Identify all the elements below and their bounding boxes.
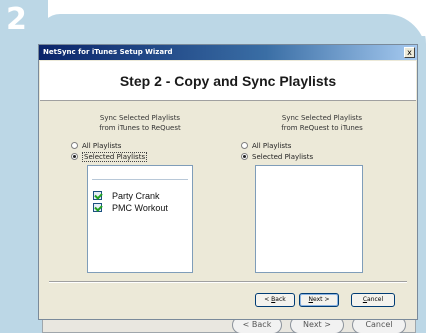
back-label-rest: ack — [275, 296, 286, 303]
playlist-item[interactable]: PMC Workout — [93, 202, 168, 214]
list-divider — [92, 179, 188, 180]
left-caption-line1: Sync Selected Playlists — [99, 114, 181, 122]
right-radio-selected-label: Selected Playlists — [252, 153, 314, 161]
right-caption-line2: from ReQuest to iTunes — [281, 124, 363, 132]
close-button[interactable]: x — [404, 47, 415, 58]
next-label-rest: ext — [313, 296, 323, 303]
right-caption: Sync Selected Playlists from ReQuest to … — [267, 113, 377, 133]
left-radio-all[interactable]: All Playlists — [71, 141, 121, 151]
left-caption: Sync Selected Playlists from iTunes to R… — [85, 113, 195, 133]
step-heading: Step 2 - Copy and Sync Playlists — [119, 73, 337, 89]
next-suffix: > — [322, 296, 330, 303]
step-number: 2 — [6, 2, 27, 37]
right-radio-selected[interactable]: Selected Playlists — [241, 152, 313, 162]
window-title: NetSync for iTunes Setup Wizard — [43, 48, 173, 56]
title-bar[interactable]: NetSync for iTunes Setup Wizard x — [39, 45, 417, 60]
playlist-name: Party Crank — [112, 191, 160, 201]
left-radio-all-label: All Playlists — [82, 142, 122, 150]
cancel-button[interactable]: Cancel — [351, 293, 395, 307]
left-caption-line2: from iTunes to ReQuest — [99, 124, 181, 132]
radio-button-checked-icon[interactable] — [241, 153, 248, 160]
next-button[interactable]: Next > — [299, 293, 339, 307]
wizard-header: Step 2 - Copy and Sync Playlists — [40, 61, 416, 101]
left-playlist-listbox[interactable]: Party Crank PMC Workout — [87, 165, 193, 273]
right-caption-line1: Sync Selected Playlists — [281, 114, 363, 122]
left-radio-selected-label: Selected Playlists — [82, 152, 148, 162]
radio-button-checked-icon[interactable] — [71, 153, 78, 160]
right-radio-all[interactable]: All Playlists — [241, 141, 291, 151]
button-separator — [49, 281, 407, 283]
playlist-item[interactable]: Party Crank — [93, 190, 160, 202]
slide-frame: 2 < Back Next > Cancel NetSync for iTune… — [0, 0, 426, 333]
setup-wizard-dialog: NetSync for iTunes Setup Wizard x Step 2… — [38, 44, 418, 320]
checkbox-checked-icon[interactable] — [93, 191, 102, 200]
radio-button-icon[interactable] — [71, 142, 78, 149]
radio-button-icon[interactable] — [241, 142, 248, 149]
back-button[interactable]: < Back — [255, 293, 295, 307]
cancel-label-rest: ancel — [367, 296, 384, 303]
right-radio-all-label: All Playlists — [252, 142, 292, 150]
checkbox-checked-icon[interactable] — [93, 203, 102, 212]
playlist-name: PMC Workout — [112, 203, 168, 213]
right-playlist-listbox[interactable] — [255, 165, 363, 273]
left-radio-selected[interactable]: Selected Playlists — [71, 152, 148, 162]
